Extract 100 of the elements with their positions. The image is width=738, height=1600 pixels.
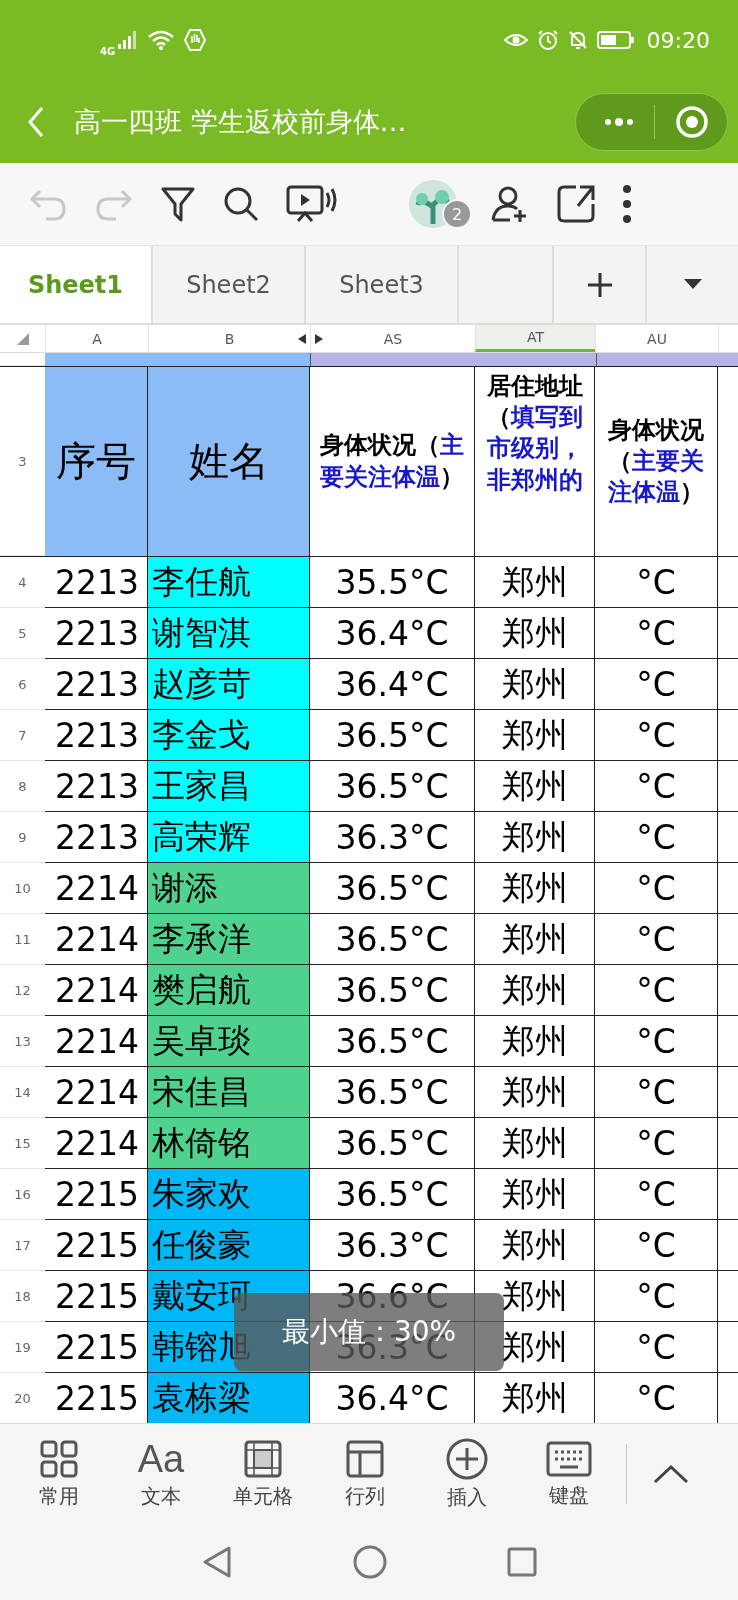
caret-icon (683, 278, 702, 291)
table-cell: 2214 (45, 914, 148, 965)
plus-circle-icon (446, 1437, 488, 1480)
table-cell: 2215 (45, 1169, 148, 1220)
table-cell: 36.5°C (310, 710, 475, 761)
table-cell: 郑州 (475, 1067, 595, 1118)
back-nav-icon[interactable] (201, 1545, 233, 1579)
grid-icon (39, 1438, 79, 1479)
table-cell: 郑州 (475, 914, 595, 965)
window-title: 高一四班 学生返校前身体… (74, 104, 408, 139)
table-cell: °C (595, 1169, 718, 1220)
toolbar-button[interactable]: 常用 (8, 1438, 110, 1510)
column-header[interactable]: AT (475, 325, 595, 352)
name-cell: 朱家欢 (148, 1169, 310, 1220)
name-cell: 任俊豪 (148, 1220, 310, 1271)
table-cell: °C (595, 761, 718, 812)
close-target-icon[interactable] (675, 104, 709, 139)
table-cell: 2214 (45, 965, 148, 1016)
table-cell: 2214 (45, 1016, 148, 1067)
column-header[interactable]: A (45, 325, 148, 352)
toolbar-button[interactable]: 行列 (314, 1438, 416, 1510)
search-icon[interactable] (222, 185, 260, 223)
toolbar-button[interactable]: 单元格 (212, 1438, 314, 1510)
column-header[interactable]: AU (595, 325, 718, 352)
presentation-icon[interactable] (286, 184, 338, 224)
table-cell: 2214 (45, 1118, 148, 1169)
toolbar-button[interactable]: 插入 (416, 1437, 518, 1511)
table-cell: 36.5°C (310, 1067, 475, 1118)
table-cell: °C (595, 965, 718, 1016)
name-cell: 高荣辉 (148, 812, 310, 863)
table-cell: 36.4°C (310, 608, 475, 659)
table-cell: 郑州 (475, 761, 595, 812)
chevron-up-icon[interactable] (653, 1464, 689, 1484)
toolbar-button[interactable]: Aa 文本 (110, 1438, 212, 1510)
battery-icon (596, 30, 635, 50)
header-cell: 姓名 (148, 367, 310, 556)
table-icon (345, 1438, 385, 1479)
table-cell: 2213 (45, 761, 148, 812)
wifi-icon (147, 29, 176, 51)
table-cell: 郑州 (475, 812, 595, 863)
table-cell: °C (595, 1016, 718, 1067)
more-vertical-icon[interactable] (622, 184, 632, 224)
name-cell: 谢智淇 (148, 608, 310, 659)
table-cell: °C (595, 608, 718, 659)
table-cell: 郑州 (475, 710, 595, 761)
name-cell: 李任航 (148, 557, 310, 608)
more-icon[interactable] (604, 116, 634, 127)
table-cell: 36.4°C (310, 659, 475, 710)
table-cell: °C (595, 1118, 718, 1169)
table-cell: 郑州 (475, 1169, 595, 1220)
recents-nav-icon[interactable] (507, 1547, 537, 1577)
name-cell: 李承洋 (148, 914, 310, 965)
table-cell: 郑州 (475, 659, 595, 710)
table-cell: 郑州 (475, 608, 595, 659)
table-cell: 36.5°C (310, 1169, 475, 1220)
filter-icon[interactable] (160, 185, 196, 223)
table-cell: °C (595, 1271, 718, 1322)
table-cell: 2213 (45, 608, 148, 659)
table-cell: °C (595, 812, 718, 863)
table-cell: 35.5°C (310, 557, 475, 608)
table-cell: 郑州 (475, 1118, 595, 1169)
column-header[interactable]: B (148, 325, 310, 352)
name-cell: 宋佳昌 (148, 1067, 310, 1118)
table-cell: °C (595, 863, 718, 914)
select-all-icon[interactable] (16, 332, 29, 345)
table-cell: 2215 (45, 1271, 148, 1322)
network-label: 4G (100, 45, 116, 57)
header-cell: 序号 (45, 367, 148, 556)
table-cell: 36.5°C (310, 1118, 475, 1169)
table-cell: 2215 (45, 1220, 148, 1271)
collaborator-count: 2 (442, 199, 472, 229)
table-cell: °C (595, 557, 718, 608)
name-cell: 赵彦苛 (148, 659, 310, 710)
table-cell: 郑州 (475, 1220, 595, 1271)
table-cell: 36.5°C (310, 965, 475, 1016)
back-icon[interactable] (26, 105, 46, 138)
name-cell: 袁栋梁 (148, 1373, 310, 1423)
table-cell: 2214 (45, 1067, 148, 1118)
table-cell: °C (595, 1067, 718, 1118)
plus-icon (586, 271, 613, 298)
table-cell: 36.5°C (310, 863, 475, 914)
table-cell: 郑州 (475, 965, 595, 1016)
table-cell: 郑州 (475, 863, 595, 914)
table-cell: °C (595, 659, 718, 710)
toolbar-button[interactable]: 键盘 (518, 1439, 620, 1509)
freeze-right-icon (315, 333, 323, 344)
name-cell: 樊启航 (148, 965, 310, 1016)
alarm-icon (536, 29, 559, 51)
home-nav-icon[interactable] (353, 1545, 387, 1579)
hand-icon (183, 28, 208, 52)
table-cell: 36.5°C (310, 914, 475, 965)
table-cell: 郑州 (475, 1016, 595, 1067)
name-cell: 谢添 (148, 863, 310, 914)
table-cell: °C (595, 1220, 718, 1271)
table-cell: 2213 (45, 659, 148, 710)
table-cell: 2214 (45, 863, 148, 914)
share-icon[interactable] (556, 184, 596, 224)
table-cell: °C (595, 914, 718, 965)
table-cell: 郑州 (475, 557, 595, 608)
table-cell: 2213 (45, 710, 148, 761)
